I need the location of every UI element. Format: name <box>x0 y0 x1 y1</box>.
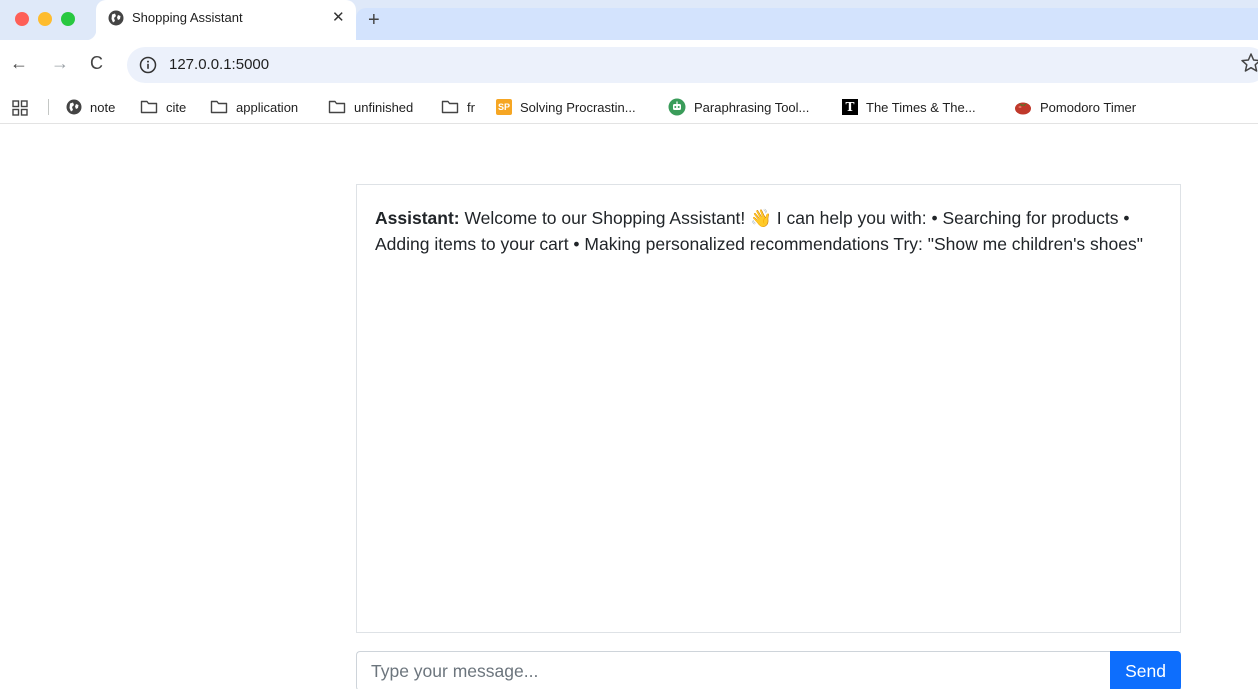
tab-strip-background: + <box>356 8 1258 40</box>
tomato-icon <box>1015 102 1031 115</box>
new-tab-button[interactable]: + <box>368 9 380 32</box>
site-info-icon[interactable] <box>139 56 157 74</box>
send-button[interactable]: Send <box>1110 651 1181 689</box>
bookmark-label: Pomodoro Timer <box>1040 99 1137 115</box>
folder-icon <box>441 100 459 114</box>
bookmark-label: note <box>90 99 116 115</box>
maximize-window-button[interactable] <box>61 12 75 26</box>
bookmark-note[interactable]: note <box>66 97 115 117</box>
bookmark-the-times[interactable]: T The Times & The... <box>842 97 976 117</box>
back-button[interactable]: ← <box>10 53 28 74</box>
bookmark-star-icon[interactable] <box>1240 52 1258 74</box>
bookmark-folder-fr[interactable]: fr <box>441 97 475 117</box>
bookmark-label: unfinished <box>354 99 414 115</box>
bookmark-label: application <box>236 99 299 115</box>
reload-button[interactable]: C <box>90 53 103 74</box>
bookmark-solving-procrastination[interactable]: SP Solving Procrastin... <box>496 97 636 117</box>
bookmark-label: Paraphrasing Tool... <box>694 99 810 115</box>
bookmark-label: The Times & The... <box>866 99 976 115</box>
tab-strip: Shopping Assistant ✕ + <box>0 0 1258 40</box>
chat-messages-panel: Assistant: Welcome to our Shopping Assis… <box>356 184 1181 633</box>
folder-icon <box>140 100 158 114</box>
bookmark-label: Solving Procrastin... <box>520 99 636 115</box>
times-icon: T <box>842 99 858 115</box>
close-tab-icon[interactable]: ✕ <box>332 8 345 26</box>
bookmark-label: fr <box>467 99 475 115</box>
bookmark-folder-cite[interactable]: cite <box>140 97 186 117</box>
bookmarks-bar: note cite application unfinished fr SP S… <box>0 90 1258 124</box>
bookmark-pomodoro-timer[interactable]: Pomodoro Timer <box>1014 97 1136 117</box>
tab-shopping-assistant[interactable]: Shopping Assistant ✕ <box>86 0 366 40</box>
message-input-row: Send <box>356 651 1181 689</box>
message-input[interactable] <box>356 651 1110 689</box>
bookmark-folder-unfinished[interactable]: unfinished <box>328 97 413 117</box>
assistant-message: Assistant: Welcome to our Shopping Assis… <box>375 205 1162 257</box>
folder-icon <box>210 100 228 114</box>
globe-icon <box>108 10 124 26</box>
bookmarks-divider <box>48 99 49 115</box>
bookmark-label: cite <box>166 99 187 115</box>
tab-title: Shopping Assistant <box>132 10 243 25</box>
browser-toolbar: ← → C 127.0.0.1:5000 <box>0 40 1258 90</box>
url-text: 127.0.0.1:5000 <box>169 56 270 73</box>
address-bar[interactable]: 127.0.0.1:5000 <box>127 47 1258 83</box>
message-text: Welcome to our Shopping Assistant! 👋 I c… <box>375 208 1143 254</box>
close-window-button[interactable] <box>15 12 29 26</box>
sp-icon: SP <box>496 99 512 115</box>
message-sender: Assistant: <box>375 208 460 228</box>
forward-button[interactable]: → <box>51 53 69 74</box>
globe-icon <box>66 99 82 115</box>
paraphrase-icon <box>668 98 686 116</box>
bookmark-folder-application[interactable]: application <box>210 97 298 117</box>
apps-grid-icon[interactable] <box>12 100 28 116</box>
folder-icon <box>328 100 346 114</box>
bookmark-paraphrasing-tool[interactable]: Paraphrasing Tool... <box>668 97 809 117</box>
minimize-window-button[interactable] <box>38 12 52 26</box>
